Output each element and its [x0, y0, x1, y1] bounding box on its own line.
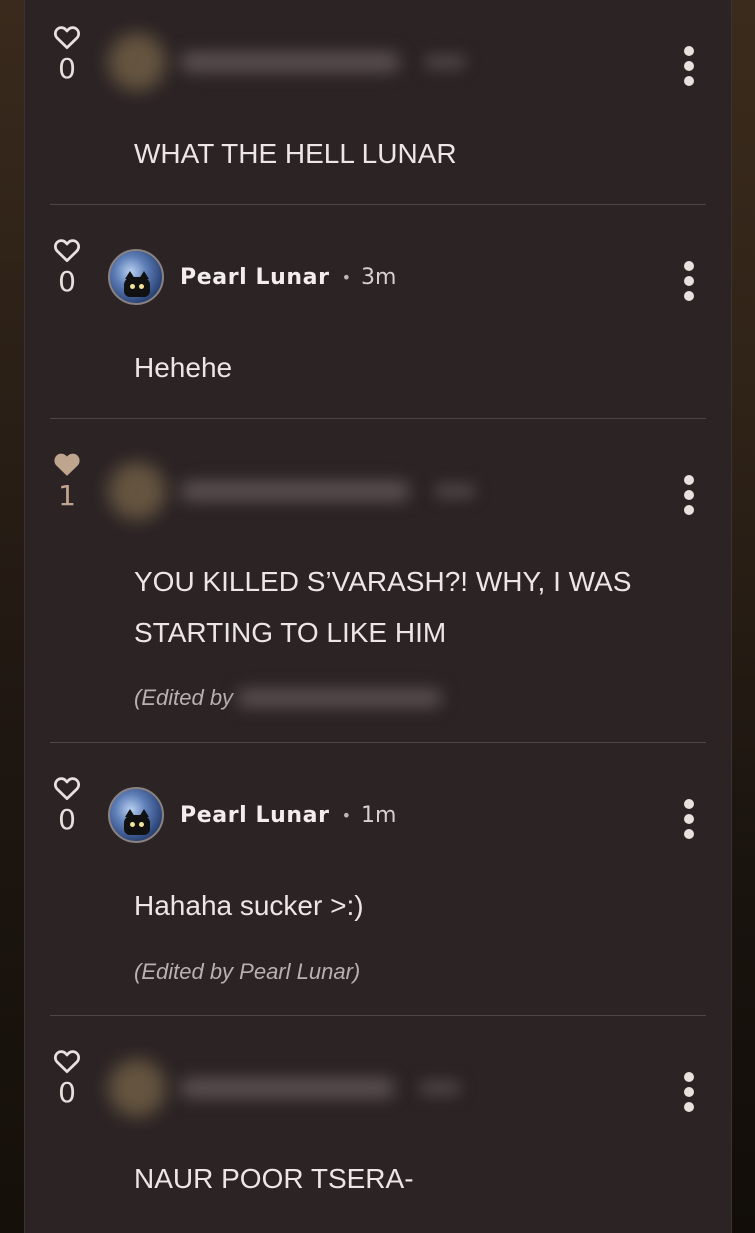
like-control[interactable]: 0: [50, 773, 84, 835]
like-control[interactable]: 0: [50, 235, 84, 297]
comment-header: [108, 461, 476, 521]
more-vertical-icon[interactable]: [682, 799, 696, 839]
cat-icon: [124, 271, 150, 297]
comment-item: 0 Pearl Lunar • 1m Hahaha sucker >:) (Ed…: [50, 743, 706, 1016]
comment-text: YOU KILLED S’VARASH?! WHY, I WAS STARTIN…: [134, 566, 632, 648]
avatar-blurred[interactable]: [108, 462, 166, 520]
comment-item: 0 WHAT THE HELL LUNAR: [50, 0, 706, 205]
comment-item: 1 YOU KILLED S’VARASH?! WHY, I WAS START…: [50, 419, 706, 743]
comments-panel: 0 WHAT THE HELL LUNAR 0 Pearl Lunar • 3m…: [24, 0, 732, 1233]
more-vertical-icon[interactable]: [682, 261, 696, 301]
comment-text: WHAT THE HELL LUNAR: [134, 138, 457, 169]
comment-header: Pearl Lunar • 1m: [108, 785, 396, 845]
comment-header: [108, 32, 466, 92]
heart-outline-icon[interactable]: [50, 1046, 84, 1076]
edited-note: (Edited by Pearl Lunar): [134, 959, 360, 985]
heart-outline-icon[interactable]: [50, 22, 84, 52]
heart-filled-icon[interactable]: [50, 449, 84, 479]
avatar[interactable]: [108, 249, 164, 305]
more-vertical-icon[interactable]: [682, 1072, 696, 1112]
avatar[interactable]: [108, 787, 164, 843]
avatar-blurred[interactable]: [108, 33, 166, 91]
separator-dot: •: [341, 805, 352, 825]
comment-text: Hahaha sucker >:): [134, 890, 364, 921]
edited-label: (Edited by: [134, 685, 234, 710]
background-left: [0, 0, 24, 1233]
cat-icon: [124, 809, 150, 835]
more-vertical-icon[interactable]: [682, 475, 696, 515]
timestamp-blurred: [424, 54, 466, 70]
like-count: 0: [58, 52, 76, 85]
like-count: 1: [58, 479, 76, 512]
username-blurred[interactable]: [180, 481, 410, 501]
comment-item: 0 Pearl Lunar • 3m Hehehe: [50, 205, 706, 419]
timestamp-blurred: [419, 1080, 461, 1096]
comment-header: [108, 1058, 461, 1118]
timestamp: 3m: [361, 264, 397, 290]
like-count: 0: [58, 803, 76, 836]
comment-header: Pearl Lunar • 3m: [108, 247, 396, 307]
avatar-blurred[interactable]: [108, 1059, 166, 1117]
like-control[interactable]: 0: [50, 22, 84, 84]
background-right: [730, 0, 755, 1233]
username[interactable]: Pearl Lunar: [180, 803, 330, 828]
like-control[interactable]: 1: [50, 449, 84, 511]
like-count: 0: [58, 1076, 76, 1109]
like-control[interactable]: 0: [50, 1046, 84, 1108]
username[interactable]: Pearl Lunar: [180, 265, 330, 290]
heart-outline-icon[interactable]: [50, 235, 84, 265]
more-vertical-icon[interactable]: [682, 46, 696, 86]
username-blurred[interactable]: [180, 52, 400, 72]
username-blurred[interactable]: [180, 1078, 395, 1098]
comment-text: Hehehe: [134, 352, 233, 383]
like-count: 0: [58, 265, 76, 298]
edited-label: (Edited by Pearl Lunar): [134, 959, 361, 984]
edited-note: (Edited by: [134, 685, 443, 711]
heart-outline-icon[interactable]: [50, 773, 84, 803]
edited-by-blurred: [237, 689, 443, 707]
timestamp: 1m: [361, 802, 397, 828]
timestamp-blurred: [434, 483, 476, 499]
separator-dot: •: [341, 267, 352, 287]
comment-text: NAUR POOR TSERA-: [134, 1163, 414, 1194]
comment-item: 0 NAUR POOR TSERA-: [50, 1016, 706, 1233]
